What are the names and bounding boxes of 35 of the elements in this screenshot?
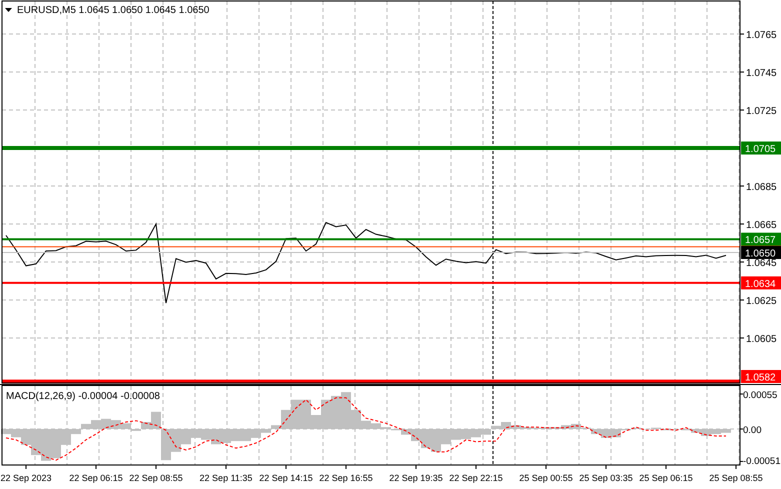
price-tag: 1.0634: [741, 276, 781, 290]
price-tag: 1.0650: [741, 246, 781, 260]
time-label: 22 Sep 08:55: [129, 473, 183, 483]
price-tag: 1.0657: [741, 232, 781, 246]
time-label: 25 Sep 00:55: [519, 473, 573, 483]
ref-line-label: 1.0650: [745, 248, 776, 260]
axis-label: 1.0665: [746, 220, 777, 231]
indicator-title: MACD(12,26,9) -0.00004 -0.00008: [6, 391, 160, 402]
time-label: 22 Sep 06:15: [69, 473, 123, 483]
time-label: 22 Sep 22:15: [449, 473, 503, 483]
price-tag: 1.0582: [741, 370, 781, 384]
axis-label: 1.0725: [746, 106, 777, 118]
chart-title: EURUSD,M5 1.0645 1.0650 1.0645 1.0650: [17, 5, 210, 16]
time-label: 22 Sep 16:55: [319, 473, 373, 483]
time-label: 25 Sep 03:35: [579, 473, 633, 483]
time-label: 22 Sep 11:35: [200, 473, 252, 483]
axis-label: 1.0605: [746, 334, 777, 345]
ref-line-label: 1.0705: [745, 144, 776, 156]
price-tag: 1.0705: [741, 142, 781, 156]
axis-label: 0.00055: [743, 390, 778, 402]
time-label: 25 Sep 06:15: [639, 473, 693, 483]
ref-line-label: 1.0582: [745, 372, 776, 384]
axis-label: 0.00: [743, 425, 762, 436]
time-label: 25 Sep 08:55: [709, 473, 763, 483]
time-label: 22 Sep 19:35: [389, 473, 443, 483]
ref-line-label: 1.0657: [745, 235, 776, 246]
ref-line-label: 1.0634: [745, 278, 776, 290]
axis-label: 1.0645: [746, 258, 777, 269]
axis-label: 1.0745: [746, 68, 777, 80]
axis-label: 1.0765: [746, 30, 777, 42]
time-label: 22 Sep 14:15: [259, 473, 313, 483]
axis-label: 1.0625: [746, 296, 777, 307]
axis-label: 1.0685: [746, 182, 777, 194]
axis-label: -0.00051: [743, 456, 781, 467]
time-label: 22 Sep 2023: [0, 473, 52, 483]
